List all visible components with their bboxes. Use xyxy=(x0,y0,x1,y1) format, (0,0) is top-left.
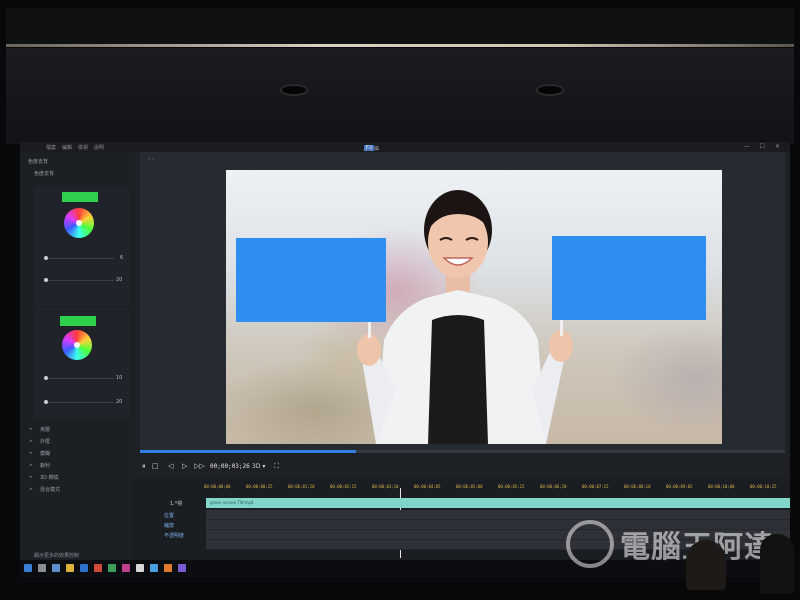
window-controls[interactable]: — ☐ ✕ xyxy=(744,143,784,150)
transport-controls: ⏸ □ ◁ ▷ ▷▷ 00;00;03;26 3D ▾ ⛶ xyxy=(140,460,785,474)
ceiling-light-right xyxy=(538,86,562,94)
ruler-label: 00;00;07;15 xyxy=(582,484,609,489)
ruler-label: 00;00;06;20 xyxy=(540,484,567,489)
scrub-progress xyxy=(140,450,357,453)
menu-view[interactable]: 檢視 xyxy=(78,144,88,151)
app-icon[interactable] xyxy=(94,564,102,572)
ruler-label: 00;00;01;20 xyxy=(288,484,315,489)
preview-scrub-bar[interactable] xyxy=(140,450,785,453)
ruler-label: 00;00;05;25 xyxy=(498,484,525,489)
effect-list: 漸層 外框 模糊 銳利 3D 轉換 混合模式 xyxy=(28,426,60,498)
chroma-key-2: 10 20 xyxy=(34,308,130,418)
track-opacity[interactable]: 不透明度 xyxy=(164,532,184,539)
search-icon[interactable] xyxy=(38,564,46,572)
effect-item[interactable]: 漸層 xyxy=(28,426,60,438)
menu-bar: 檔案 編輯 檢視 說明 EX語音編輯器 | green screen TW — … xyxy=(20,142,790,177)
ruler-label: 00;00;04;05 xyxy=(414,484,441,489)
preview-frame[interactable] xyxy=(226,170,722,444)
color-wheel-1-icon[interactable] xyxy=(64,208,94,238)
app-icon[interactable] xyxy=(108,564,116,572)
menu-help[interactable]: 說明 xyxy=(94,144,104,151)
effect-item[interactable]: 外框 xyxy=(28,438,60,450)
ruler-label: 00;00;00;00 xyxy=(204,484,231,489)
color-wheel-2-icon[interactable] xyxy=(62,330,92,360)
right-card-stick xyxy=(560,320,563,336)
track-scale[interactable]: 縮放 xyxy=(164,522,174,529)
ruler-label: 00;00;09;05 xyxy=(666,484,693,489)
play-button[interactable]: ▷ xyxy=(182,462,187,470)
right-blue-card xyxy=(552,236,706,320)
ruler-label: 00;00;08;10 xyxy=(624,484,651,489)
folder-icon[interactable] xyxy=(66,564,74,572)
app-icon[interactable] xyxy=(164,564,172,572)
ruler-label: 00;00;10;00 xyxy=(708,484,735,489)
ceiling-panel xyxy=(6,48,794,144)
effects-panel: 色度去背 色度去背 6 20 10 20 漸層 外框 模糊 銳利 3D 轉換 混… xyxy=(20,152,132,560)
app-icon[interactable] xyxy=(150,564,158,572)
start-icon[interactable] xyxy=(24,564,32,572)
tolerance-value-1: 6 xyxy=(120,255,124,261)
key-color-swatch-2[interactable] xyxy=(60,316,96,326)
ruler-label: 00;00;05;00 xyxy=(456,484,483,489)
key-color-swatch-1[interactable] xyxy=(62,192,98,202)
tolerance-slider-1[interactable] xyxy=(44,256,114,260)
preview-viewer: ‹ › xyxy=(140,152,785,453)
video-clip[interactable]: green screen TW.mp4 xyxy=(206,498,790,508)
left-card-stick xyxy=(368,322,371,338)
track-name: 1.*視 xyxy=(170,501,183,507)
section-title: 色度去背 xyxy=(28,159,49,165)
chroma-key-1: 6 20 xyxy=(34,186,130,306)
ceiling-light-left xyxy=(282,86,306,94)
section-subtitle: 色度去背 xyxy=(34,171,55,177)
menu-file[interactable]: 檔案 xyxy=(46,144,56,151)
app-icon[interactable] xyxy=(178,564,186,572)
ruler-label: 00;00;02;15 xyxy=(330,484,357,489)
pause-button[interactable]: ⏸ xyxy=(142,462,146,471)
track-position[interactable]: 位置 xyxy=(164,512,174,519)
effect-item[interactable]: 混合模式 xyxy=(28,486,60,498)
ruler-label: 00;00;10;25 xyxy=(750,484,777,489)
fullscreen-button[interactable]: ⛶ xyxy=(274,462,279,471)
edge-icon[interactable] xyxy=(80,564,88,572)
ceiling-light-strip xyxy=(6,44,794,47)
tolerance-value-2: 10 xyxy=(116,375,123,381)
app-icon[interactable] xyxy=(136,564,144,572)
watermark-logo-icon xyxy=(566,520,614,568)
prev-frame-button[interactable]: ◁ xyxy=(168,462,173,470)
ruler-label: 00;00;00;25 xyxy=(246,484,273,489)
effect-item[interactable]: 模糊 xyxy=(28,450,60,462)
left-blue-card xyxy=(236,238,386,322)
softness-value-1: 20 xyxy=(116,277,123,283)
viewer-nav[interactable]: ‹ › xyxy=(148,156,155,163)
effect-item[interactable]: 銳利 xyxy=(28,462,60,474)
projection-screen: 檔案 編輯 檢視 說明 EX語音編輯器 | green screen TW — … xyxy=(20,142,790,578)
3d-mode-dropdown[interactable]: 3D ▾ xyxy=(252,463,265,470)
audience-head xyxy=(760,534,794,594)
app-icon[interactable] xyxy=(122,564,130,572)
audience-head xyxy=(686,540,726,590)
tolerance-slider-2[interactable] xyxy=(44,376,114,380)
softness-slider-1[interactable] xyxy=(44,278,114,282)
softness-value-2: 20 xyxy=(116,399,123,405)
ruler-label: 00;00;03;10 xyxy=(372,484,399,489)
stop-button[interactable]: □ xyxy=(152,462,159,470)
effect-item[interactable]: 3D 轉換 xyxy=(28,474,60,486)
softness-slider-2[interactable] xyxy=(44,400,114,404)
timecode-display: 00;00;03;26 xyxy=(210,463,250,470)
more-effects-link[interactable]: 顯示更多的效果控制 xyxy=(34,552,79,559)
time-ruler[interactable]: 00;00;00;00 00;00;00;25 00;00;01;20 00;00;0… xyxy=(204,482,790,492)
menu-edit[interactable]: 編輯 xyxy=(62,144,72,151)
taskview-icon[interactable] xyxy=(52,564,60,572)
ceiling-band xyxy=(6,8,794,44)
next-frame-button[interactable]: ▷▷ xyxy=(194,462,205,470)
